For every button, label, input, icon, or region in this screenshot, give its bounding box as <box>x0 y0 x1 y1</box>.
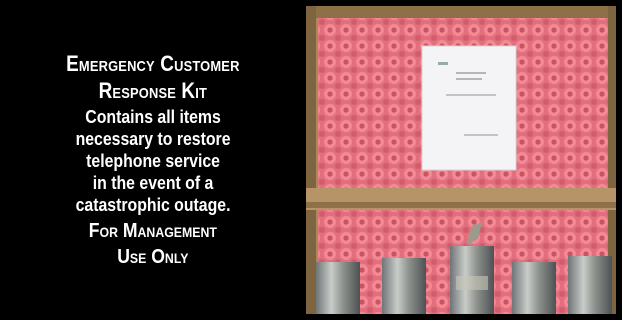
kit-title: Emergency Customer Response Kit <box>66 50 239 104</box>
footer-line-2: Use Only <box>117 246 189 268</box>
kit-description: Contains all items necessary to restore … <box>76 106 231 216</box>
caption-panel: Emergency Customer Response Kit Contains… <box>8 10 298 310</box>
description-line: catastrophic outage. <box>75 195 231 215</box>
description-line: necessary to restore <box>75 129 231 149</box>
kit-restriction: For Management Use Only <box>89 218 217 270</box>
description-line: in the event of a <box>92 173 214 193</box>
instruction-sheet <box>421 45 517 171</box>
description-line: telephone service <box>86 151 220 171</box>
kit-photo-illustration <box>306 6 616 314</box>
footer-line-1: For Management <box>88 220 218 242</box>
description-line: Contains all items <box>85 107 221 127</box>
title-line-1: Emergency Customer <box>66 51 240 76</box>
title-line-2: Response Kit <box>98 78 208 103</box>
kit-photo <box>306 6 616 314</box>
image-frame: Emergency Customer Response Kit Contains… <box>0 0 622 320</box>
